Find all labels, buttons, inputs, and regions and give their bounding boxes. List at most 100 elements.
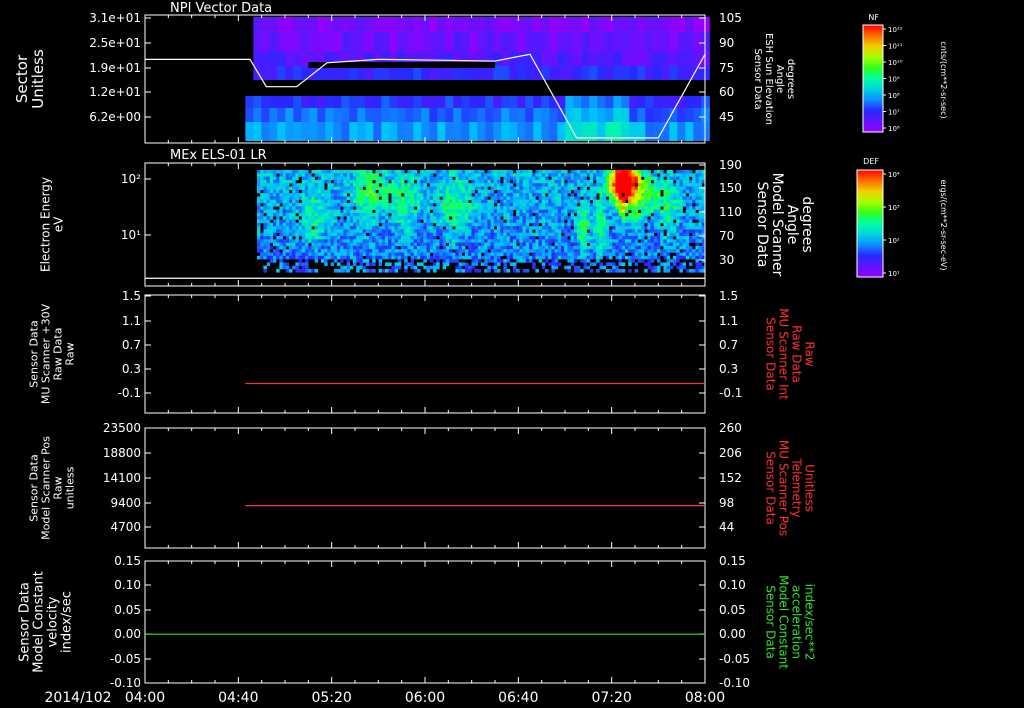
- colorbar-2: DEF 10⁴ 10³ 10² 10¹ ergs/(cm**2-sr-sec-eV): [856, 157, 948, 278]
- time-tick-label: 06:00: [405, 690, 445, 706]
- colorbar-tick: 10³: [888, 204, 900, 212]
- colorbar-tick: 10¹¹: [888, 43, 903, 51]
- svg-text:velocity: velocity: [45, 596, 60, 647]
- colorbar-label: NF: [868, 13, 879, 22]
- panel-frame-3: [144, 294, 706, 414]
- colorbar-tick: 10⁴: [888, 171, 900, 179]
- svg-text:ergs/(cm**2-sr-sec-eV): ergs/(cm**2-sr-sec-eV): [939, 179, 948, 270]
- time-tick-label: 08:00: [685, 690, 725, 706]
- colorbar-tick: 10¹: [888, 270, 900, 278]
- y2-tick-label: -0.10: [719, 676, 750, 690]
- y2-tick-label: 0.05: [719, 603, 746, 617]
- y2-tick-label: 0.7: [719, 338, 738, 352]
- colorbar-tick: 10¹²: [888, 26, 903, 34]
- y2-tick-label: 190: [719, 158, 742, 172]
- svg-text:Raw Data: Raw Data: [790, 325, 804, 383]
- plot-canvas: 3.1e+01 2.5e+01 1.9e+01 1.2e+01 6.2e+00 105 90…: [13, 1, 948, 706]
- y2-tick-label: 150: [719, 181, 742, 195]
- y2-tick-label: 98: [719, 496, 734, 510]
- y2-tick-label: 0.15: [719, 554, 746, 568]
- svg-text:Model Constant: Model Constant: [31, 571, 46, 673]
- svg-text:Model Constant: Model Constant: [777, 575, 791, 669]
- colorbar-tick: 10⁹: [888, 76, 900, 84]
- y2-tick-label: 0.3: [719, 362, 738, 376]
- y-tick-label: 1.9e+01: [89, 61, 141, 75]
- y-tick-label: 2.5e+01: [89, 36, 141, 50]
- y2-tick-label: 45: [719, 110, 734, 124]
- y-tick-label: 10¹: [121, 228, 141, 242]
- y-axis-label: Electron Energy eV: [39, 177, 66, 272]
- colorbar-tick: 10⁸: [888, 92, 900, 100]
- y-tick-label: 0.00: [114, 627, 141, 641]
- y2-tick-label: 260: [719, 421, 742, 435]
- y2-tick-label: 90: [719, 36, 734, 50]
- svg-text:Raw: Raw: [803, 341, 817, 366]
- svg-text:index/sec: index/sec: [59, 591, 74, 653]
- svg-text:Sensor Data: Sensor Data: [17, 582, 32, 662]
- time-tick-label: 05:20: [311, 690, 351, 706]
- y2-tick-label: 110: [719, 205, 742, 219]
- colorbar-units: cnts/(cm**2-sr-sec): [939, 41, 948, 118]
- date-label: 2014/102: [44, 690, 111, 706]
- y2-tick-label: 60: [719, 85, 734, 99]
- panel-frame-4: [144, 427, 706, 549]
- colorbar-1: NF 10¹² 10¹¹ 10¹⁰ 10⁹ 10⁸ 10⁷ 10⁶ cnts/(cm**2-sr…: [862, 13, 948, 133]
- y-axis-label: Sensor Data MU Scanner +30V Raw Data Raw: [28, 303, 77, 404]
- spectrogram-1: [245, 17, 710, 141]
- svg-text:cnts/(cm**2-sr-sec): cnts/(cm**2-sr-sec): [939, 41, 948, 118]
- panel-5: 0.15 0.10 0.05 0.00 -0.05 -0.10 0.15 0.10 0.05 0.…: [17, 554, 816, 690]
- y2-axis-label: Sensor Data MU Scanner Pos Telemetry Unitle…: [764, 440, 817, 536]
- y2-tick-label: 1.1: [719, 314, 738, 328]
- y2-tick-label: 105: [719, 11, 742, 25]
- svg-text:Sensor Data: Sensor Data: [764, 451, 778, 525]
- svg-text:Unitless: Unitless: [29, 49, 47, 109]
- y2-tick-label: 152: [719, 471, 742, 485]
- y-tick-label: 9400: [110, 496, 141, 510]
- y2-tick-label: 44: [719, 520, 734, 534]
- svg-text:Unitless: Unitless: [803, 464, 817, 512]
- y-tick-label: 1.5: [122, 289, 141, 303]
- svg-text:Model Scanner: Model Scanner: [769, 173, 785, 277]
- y-tick-label: 14100: [103, 471, 141, 485]
- svg-text:eV: eV: [52, 216, 66, 232]
- y2-axis-label: Sensor Data MU Scanner Int Raw Data Raw: [764, 308, 817, 400]
- y-tick-label: 0.10: [114, 578, 141, 592]
- y-tick-label: 3.1e+01: [89, 11, 141, 25]
- svg-text:ESH Sun Elevation: ESH Sun Elevation: [763, 33, 774, 125]
- spectrogram-2: [257, 170, 706, 273]
- y2-axis-label: Sensor Data Model Scanner Angle degrees: [754, 173, 815, 277]
- panel-4: 23500 18800 14100 9400 4700 260 206 152 98 44 Sens…: [28, 421, 817, 549]
- y-axis-label: Sensor DataModel Constantvelocity index/s…: [17, 571, 74, 673]
- svg-text:Sensor Data: Sensor Data: [754, 182, 770, 268]
- svg-text:Raw: Raw: [64, 342, 77, 365]
- svg-text:Angle: Angle: [774, 65, 785, 93]
- colorbar-tick: 10¹⁰: [888, 59, 903, 67]
- svg-text:Telemetry: Telemetry: [790, 457, 804, 517]
- svg-text:MU Scanner Int: MU Scanner Int: [777, 308, 791, 400]
- y-tick-label: 23500: [103, 421, 141, 435]
- y-axis-label: Sensor Data Model Scanner Pos Raw unitless: [28, 436, 77, 540]
- panel-2: 10² 10¹ 190 150 110 70 30 MEx ELS-01 LR Electron…: [39, 148, 815, 287]
- y2-axis-label: Sensor Data ESH Sun Elevation Angle degrees: [752, 33, 796, 125]
- time-tick-label: 06:40: [498, 690, 538, 706]
- y-tick-label: -0.1: [118, 386, 141, 400]
- y2-tick-label: 0.00: [719, 627, 746, 641]
- svg-text:Electron Energy: Electron Energy: [39, 177, 53, 272]
- y2-tick-label: 0.10: [719, 578, 746, 592]
- y2-tick-label: -0.1: [719, 386, 742, 400]
- y-tick-label: 4700: [110, 520, 141, 534]
- svg-text:Sensor Data: Sensor Data: [764, 317, 778, 391]
- y-axis-label: SectorUnitless: [13, 49, 47, 109]
- y2-tick-label: -0.05: [719, 652, 750, 666]
- y2-tick-label: 30: [719, 253, 734, 267]
- y2-tick-label: 70: [719, 229, 734, 243]
- svg-text:degrees: degrees: [799, 196, 815, 252]
- y2-tick-label: 206: [719, 446, 742, 460]
- y-tick-label: 6.2e+00: [89, 110, 141, 124]
- panel-title: MEx ELS-01 LR: [170, 148, 267, 163]
- y-tick-label: 0.3: [122, 362, 141, 376]
- svg-text:acceleration: acceleration: [790, 585, 804, 659]
- y-tick-label: 0.15: [114, 554, 141, 568]
- colorbar-tick: 10²: [888, 237, 900, 245]
- y-tick-label: 0.05: [114, 603, 141, 617]
